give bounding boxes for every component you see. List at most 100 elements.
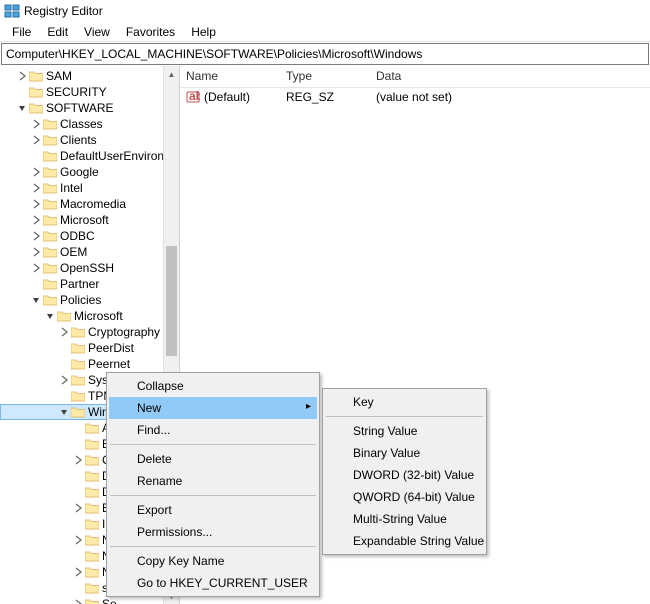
submenu-item-string-value[interactable]: String Value <box>325 420 484 442</box>
submenu-item-binary-value[interactable]: Binary Value <box>325 442 484 464</box>
value-name: (Default) <box>204 90 250 104</box>
submenu-item-multi-string-value[interactable]: Multi-String Value <box>325 508 484 530</box>
expander-icon[interactable] <box>30 134 42 146</box>
expander-icon[interactable] <box>58 326 70 338</box>
menu-separator <box>110 546 316 547</box>
expander-icon[interactable] <box>30 198 42 210</box>
tree-item-classes[interactable]: Classes <box>0 116 179 132</box>
tree-item-intel[interactable]: Intel <box>0 180 179 196</box>
menu-item-copy-key-name[interactable]: Copy Key Name <box>109 550 317 572</box>
expander-icon[interactable] <box>30 166 42 178</box>
menu-item-go-to-hkey-current-user[interactable]: Go to HKEY_CURRENT_USER <box>109 572 317 594</box>
expander-icon[interactable] <box>58 406 70 418</box>
value-type: REG_SZ <box>280 89 370 105</box>
tree-item-label: SECURITY <box>46 85 107 99</box>
expander-icon <box>72 438 84 450</box>
folder-icon <box>43 182 57 194</box>
tree-item-oem[interactable]: OEM <box>0 244 179 260</box>
titlebar: Registry Editor <box>0 0 650 22</box>
folder-icon <box>85 534 99 546</box>
expander-icon[interactable] <box>58 374 70 386</box>
scroll-thumb[interactable] <box>166 246 177 356</box>
menu-separator <box>110 444 316 445</box>
expander-icon <box>72 518 84 530</box>
tree-item-partner[interactable]: Partner <box>0 276 179 292</box>
tree-item-microsoft[interactable]: Microsoft <box>0 212 179 228</box>
tree-item-defaultuserenvironment[interactable]: DefaultUserEnvironment <box>0 148 179 164</box>
submenu-item-qword-64-bit-value[interactable]: QWORD (64-bit) Value <box>325 486 484 508</box>
value-row[interactable]: ab (Default) REG_SZ (value not set) <box>180 88 650 106</box>
expander-icon <box>72 582 84 594</box>
menu-item-find[interactable]: Find... <box>109 419 317 441</box>
folder-icon <box>85 550 99 562</box>
address-bar[interactable]: Computer\HKEY_LOCAL_MACHINE\SOFTWARE\Pol… <box>1 43 649 65</box>
menu-favorites[interactable]: Favorites <box>118 23 183 41</box>
expander-icon[interactable] <box>30 214 42 226</box>
context-menu[interactable]: CollapseNewFind... DeleteRename ExportPerm… <box>106 372 320 597</box>
tree-item-microsoft[interactable]: Microsoft <box>0 308 179 324</box>
menu-help[interactable]: Help <box>183 23 224 41</box>
tree-item-macromedia[interactable]: Macromedia <box>0 196 179 212</box>
col-header-type[interactable]: Type <box>280 66 370 87</box>
tree-item-policies[interactable]: Policies <box>0 292 179 308</box>
menu-item-export[interactable]: Export <box>109 499 317 521</box>
menu-item-new[interactable]: New <box>109 397 317 419</box>
menu-separator <box>326 416 483 417</box>
expander-icon[interactable] <box>30 230 42 242</box>
expander-icon[interactable] <box>30 262 42 274</box>
expander-icon[interactable] <box>72 454 84 466</box>
expander-icon[interactable] <box>72 534 84 546</box>
expander-icon[interactable] <box>72 566 84 578</box>
context-submenu-new[interactable]: Key String ValueBinary ValueDWORD (32-bit… <box>322 388 487 555</box>
folder-icon <box>85 470 99 482</box>
expander-icon[interactable] <box>30 294 42 306</box>
menu-item-permissions[interactable]: Permissions... <box>109 521 317 543</box>
menu-view[interactable]: View <box>76 23 118 41</box>
expander-icon[interactable] <box>16 102 28 114</box>
tree-item-label: Policies <box>60 293 101 307</box>
submenu-item-expandable-string-value[interactable]: Expandable String Value <box>325 530 484 552</box>
tree-item-google[interactable]: Google <box>0 164 179 180</box>
tree-item-peernet[interactable]: Peernet <box>0 356 179 372</box>
submenu-item-key[interactable]: Key <box>325 391 484 413</box>
expander-icon[interactable] <box>72 598 84 604</box>
col-header-name[interactable]: Name <box>180 66 280 87</box>
expander-icon[interactable] <box>30 182 42 194</box>
folder-icon <box>71 406 85 418</box>
tree-item-software[interactable]: SOFTWARE <box>0 100 179 116</box>
menu-edit[interactable]: Edit <box>39 23 76 41</box>
expander-icon[interactable] <box>30 118 42 130</box>
tree-item-security[interactable]: SECURITY <box>0 84 179 100</box>
tree-item-label: DefaultUserEnvironment <box>60 149 180 163</box>
menu-item-delete[interactable]: Delete <box>109 448 317 470</box>
tree-item-odbc[interactable]: ODBC <box>0 228 179 244</box>
tree-item-clients[interactable]: Clients <box>0 132 179 148</box>
expander-icon[interactable] <box>44 310 56 322</box>
folder-icon <box>85 422 99 434</box>
tree-item-openssh[interactable]: OpenSSH <box>0 260 179 276</box>
menu-file[interactable]: File <box>4 23 39 41</box>
scroll-up-button[interactable]: ▲ <box>164 66 179 82</box>
tree-item-label: Microsoft <box>74 309 123 323</box>
tree-item-sam[interactable]: SAM <box>0 68 179 84</box>
expander-icon[interactable] <box>72 502 84 514</box>
value-name-cell: ab (Default) <box>180 89 280 105</box>
folder-icon <box>85 598 99 604</box>
folder-icon <box>43 230 57 242</box>
folder-icon <box>85 582 99 594</box>
string-value-icon: ab <box>186 90 200 104</box>
expander-icon <box>30 278 42 290</box>
tree-item-label: SOFTWARE <box>46 101 114 115</box>
col-header-data[interactable]: Data <box>370 66 650 87</box>
folder-icon <box>43 246 57 258</box>
tree-item-cryptography[interactable]: Cryptography <box>0 324 179 340</box>
tree-item-label: Partner <box>60 277 99 291</box>
menu-item-collapse[interactable]: Collapse <box>109 375 317 397</box>
tree-item-peerdist[interactable]: PeerDist <box>0 340 179 356</box>
expander-icon[interactable] <box>30 246 42 258</box>
folder-icon <box>29 86 43 98</box>
tree-item-se[interactable]: Se <box>0 596 179 604</box>
submenu-item-dword-32-bit-value[interactable]: DWORD (32-bit) Value <box>325 464 484 486</box>
expander-icon[interactable] <box>16 70 28 82</box>
menu-item-rename[interactable]: Rename <box>109 470 317 492</box>
